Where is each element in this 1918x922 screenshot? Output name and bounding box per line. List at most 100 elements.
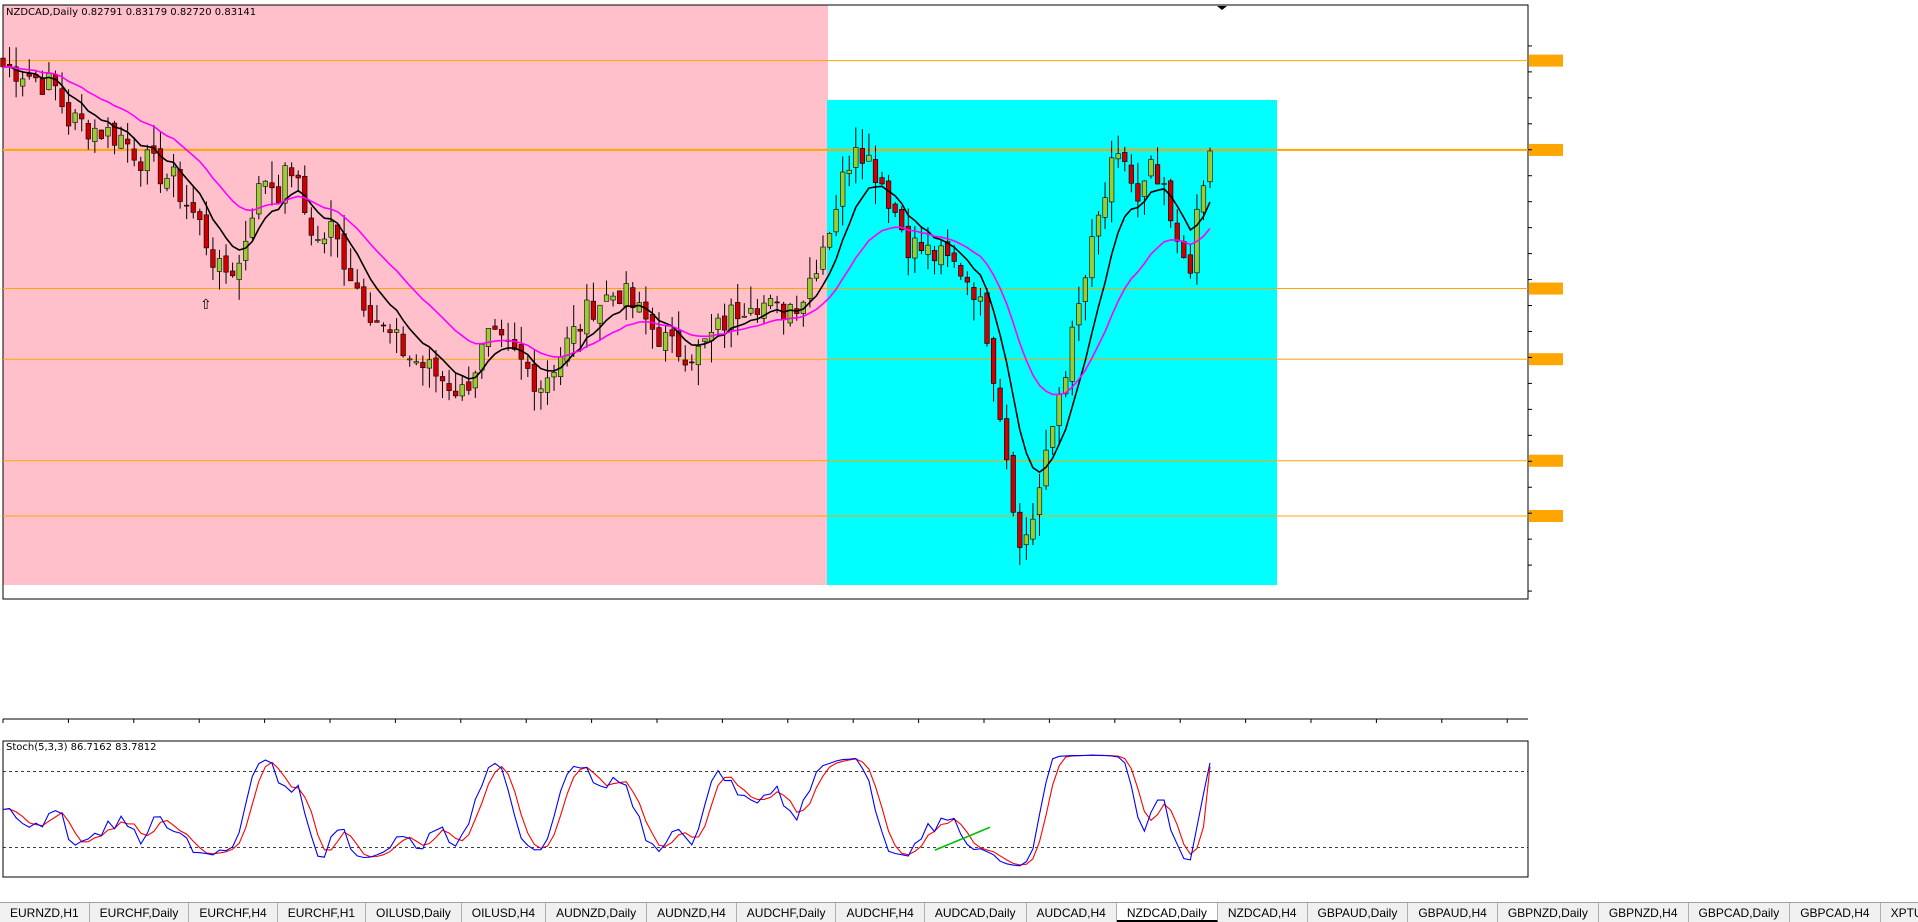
candle-body: [315, 239, 321, 241]
candle-body: [59, 88, 65, 108]
candle-body: [72, 112, 78, 123]
candle-body: [603, 294, 610, 302]
candle-body: [689, 361, 695, 364]
candle-body: [820, 246, 826, 270]
tab-nzdcad-daily[interactable]: NZDCAD,Daily: [1116, 903, 1218, 922]
tab-oilusd-h4[interactable]: OILUSD,H4: [462, 903, 547, 922]
tab-gbpaud-daily[interactable]: GBPAUD,Daily: [1308, 903, 1409, 922]
candle-body: [931, 250, 938, 262]
candle-body: [498, 329, 505, 336]
candle-body: [1207, 150, 1213, 183]
candle-body: [98, 129, 104, 139]
tab-audcad-h4[interactable]: AUDCAD,H4: [1027, 903, 1117, 922]
candle-body: [977, 296, 984, 302]
candle-body: [951, 252, 957, 262]
candle-body: [485, 328, 492, 347]
candle-body: [721, 315, 728, 331]
candle-body: [623, 283, 629, 307]
candle-body: [833, 208, 839, 233]
candle-body: [1174, 222, 1180, 242]
candle-body: [866, 154, 872, 162]
candle-body: [249, 217, 255, 238]
candle-body: [295, 174, 301, 179]
candle-body: [262, 180, 269, 187]
candle-body: [354, 282, 360, 289]
tab-audchf-h4[interactable]: AUDCHF,H4: [836, 903, 925, 922]
level-label-bg: [1529, 454, 1563, 467]
candle-body: [885, 180, 892, 209]
candle-body: [597, 304, 603, 324]
candle-body: [230, 270, 236, 277]
candle-body: [426, 359, 433, 369]
tab-gbpnzd-daily[interactable]: GBPNZD,Daily: [1498, 903, 1599, 922]
candle-body: [466, 381, 472, 391]
candle-body: [374, 320, 380, 323]
tab-eurnzd-h1[interactable]: EURNZD,H1: [0, 903, 90, 922]
candle-body: [216, 258, 223, 272]
tab-audcad-daily[interactable]: AUDCAD,Daily: [925, 903, 1027, 922]
tab-nzdcad-h4[interactable]: NZDCAD,H4: [1218, 903, 1308, 922]
candle-body: [125, 138, 131, 145]
tab-gbpnzd-h4[interactable]: GBPNZD,H4: [1599, 903, 1689, 922]
chart-window[interactable]: ⇧ NZDCAD,Daily 0.82791 0.83179 0.82720 0…: [0, 0, 1918, 922]
candle-body: [0, 57, 6, 68]
candle-body: [912, 237, 918, 259]
tab-audnzd-daily[interactable]: AUDNZD,Daily: [546, 903, 648, 922]
tab-gbpcad-h4[interactable]: GBPCAD,H4: [1790, 903, 1881, 922]
candle-body: [564, 337, 570, 362]
tab-xptusd[interactable]: XPTUSD: [1881, 903, 1918, 922]
candle-body: [892, 203, 898, 213]
candle-body: [584, 299, 590, 335]
price-chart[interactable]: ⇧ NZDCAD,Daily 0.82791 0.83179 0.82720 0…: [0, 0, 1918, 902]
candle-body: [662, 332, 669, 351]
tab-gbpcad-daily[interactable]: GBPCAD,Daily: [1689, 903, 1791, 922]
candle-body: [170, 166, 177, 177]
candle-body: [190, 202, 196, 213]
candle-body: [958, 265, 964, 277]
tab-eurchf-h4[interactable]: EURCHF,H4: [189, 903, 278, 922]
candle-body: [1095, 214, 1102, 237]
level-label-bg: [1529, 282, 1563, 295]
candle-body: [79, 113, 85, 120]
level-label-bg: [1529, 510, 1563, 523]
level-label-bg: [1529, 54, 1563, 67]
symbol-header: NZDCAD,Daily 0.82791 0.83179 0.82720 0.8…: [6, 7, 256, 18]
candle-body: [433, 357, 439, 377]
candle-body: [1030, 518, 1036, 540]
tab-oilusd-daily[interactable]: OILUSD,Daily: [366, 903, 462, 922]
tab-eurchf-daily[interactable]: EURCHF,Daily: [90, 903, 190, 922]
candle-body: [164, 178, 170, 189]
candle-body: [1168, 180, 1174, 222]
tab-audnzd-h4[interactable]: AUDNZD,H4: [647, 903, 737, 922]
candle-body: [85, 123, 91, 140]
candle-body: [269, 182, 275, 189]
candle-body: [479, 344, 485, 371]
tab-eurchf-h1[interactable]: EURCHF,H1: [278, 903, 367, 922]
candle-body: [203, 214, 209, 249]
candle-body: [1017, 511, 1023, 548]
candle-body: [1115, 153, 1121, 160]
candle-body: [984, 292, 990, 344]
candle-body: [669, 329, 675, 337]
candle-body: [105, 127, 111, 137]
stochastic-label: Stoch(5,3,3) 86.7162 83.7812: [6, 742, 157, 753]
candle-body: [938, 245, 944, 266]
candle-body: [1056, 394, 1062, 426]
candle-body: [321, 238, 328, 245]
candle-body: [787, 304, 793, 324]
tab-audchf-daily[interactable]: AUDCHF,Daily: [737, 903, 837, 922]
candle-body: [1004, 418, 1010, 461]
candle-body: [1109, 157, 1115, 203]
candle-body: [1141, 180, 1148, 197]
candle-body: [289, 167, 295, 177]
candle-body: [210, 249, 216, 268]
candle-body: [39, 77, 45, 95]
candle-body: [236, 262, 242, 280]
candle-body: [610, 295, 616, 301]
candle-body: [971, 287, 977, 300]
tab-gbpaud-h4[interactable]: GBPAUD,H4: [1408, 903, 1498, 922]
candle-body: [118, 134, 124, 149]
candle-body: [1076, 303, 1082, 326]
candle-body: [826, 233, 833, 248]
candle-body: [630, 287, 636, 309]
